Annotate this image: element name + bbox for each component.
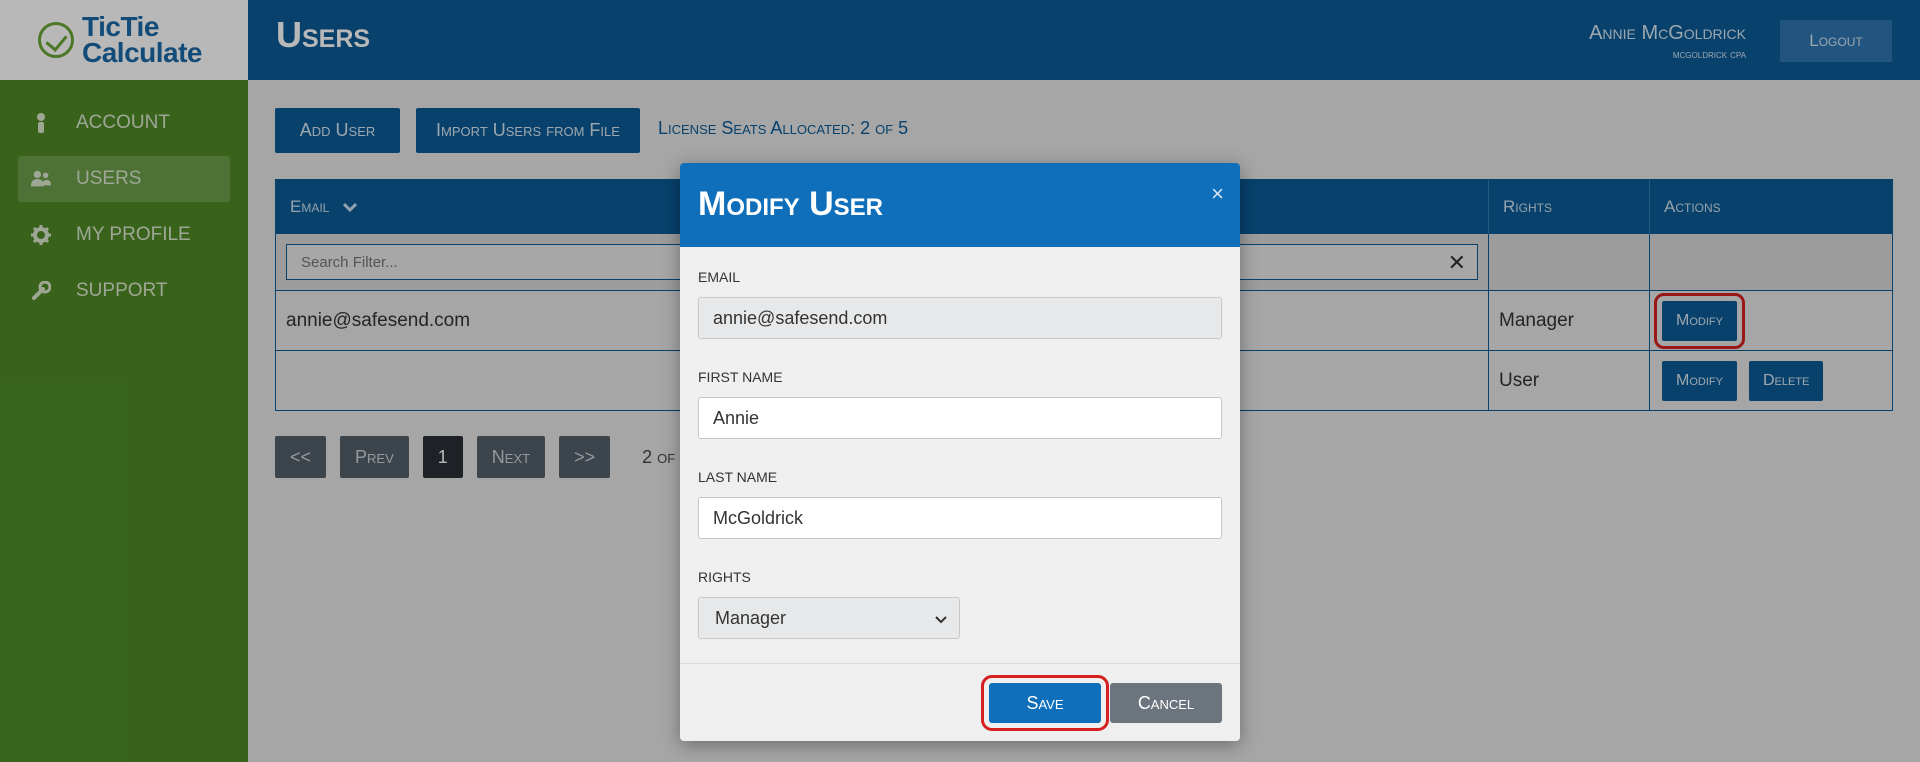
- dialog-header: Modify User ×: [680, 163, 1240, 247]
- email-label: EMAIL: [698, 269, 741, 285]
- chevron-down-icon: [935, 608, 947, 629]
- last-name-field[interactable]: [698, 497, 1222, 539]
- email-field[interactable]: [698, 297, 1222, 339]
- first-name-field[interactable]: [698, 397, 1222, 439]
- rights-label: RIGHTS: [698, 569, 751, 585]
- modify-user-dialog: Modify User × EMAIL FIRST NAME LAST NAME…: [680, 163, 1240, 741]
- save-button[interactable]: Save: [981, 675, 1109, 731]
- close-icon[interactable]: ×: [1211, 181, 1224, 207]
- dialog-footer: Save Cancel: [680, 663, 1240, 741]
- last-name-label: LAST NAME: [698, 469, 778, 485]
- rights-select[interactable]: Manager: [698, 597, 960, 639]
- dialog-title: Modify User: [698, 185, 884, 223]
- cancel-button[interactable]: Cancel: [1110, 683, 1222, 723]
- first-name-label: FIRST NAME: [698, 369, 783, 385]
- rights-select-value: Manager: [715, 607, 787, 628]
- dialog-body: EMAIL FIRST NAME LAST NAME RIGHTS Manage…: [680, 247, 1240, 639]
